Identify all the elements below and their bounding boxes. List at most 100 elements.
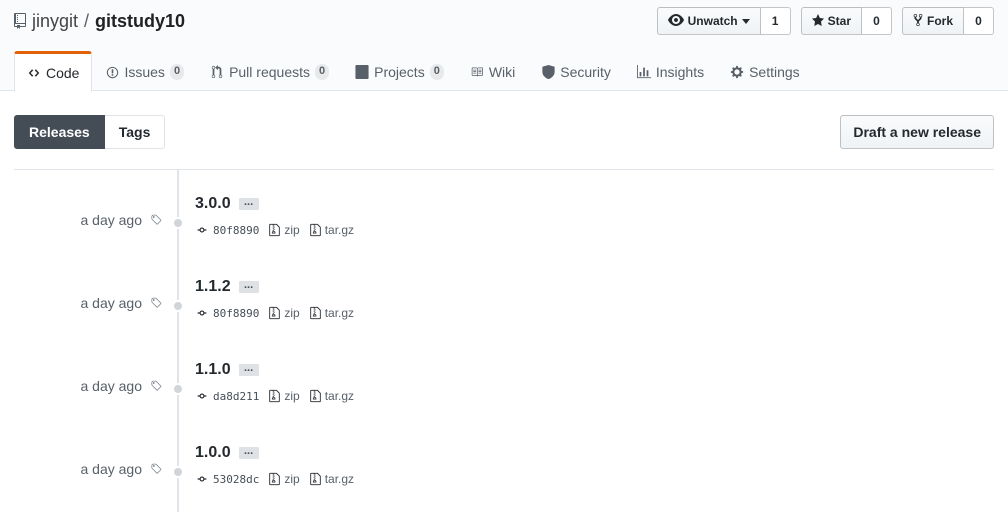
- tab-pull-requests[interactable]: Pull requests 0: [197, 51, 342, 91]
- graph-icon: [636, 65, 651, 79]
- targz-download-link[interactable]: tar.gz: [309, 472, 355, 486]
- file-zip-icon: [309, 472, 321, 486]
- commit-link[interactable]: 80f8890: [195, 224, 259, 237]
- zip-download-link[interactable]: zip: [269, 389, 300, 403]
- unwatch-button[interactable]: Unwatch: [656, 7, 761, 35]
- tab-security[interactable]: Security: [528, 51, 624, 91]
- timeline-dot: [172, 217, 184, 229]
- tab-label: Issues: [124, 64, 165, 80]
- commit-link[interactable]: da8d211: [195, 390, 259, 403]
- code-icon: [27, 66, 41, 80]
- book-icon: [470, 65, 484, 79]
- commit-sha: da8d211: [213, 389, 260, 403]
- ellipsis-expander-button[interactable]: ...: [238, 197, 259, 210]
- releases-tab[interactable]: Releases: [14, 115, 105, 149]
- targz-download-link[interactable]: tar.gz: [309, 223, 355, 237]
- pull-requests-counter: 0: [315, 64, 330, 80]
- tab-label: Wiki: [488, 64, 516, 80]
- tab-wiki[interactable]: Wiki: [457, 51, 528, 91]
- release-meta: a day ago: [81, 461, 163, 477]
- tab-label: Code: [46, 64, 80, 81]
- ellipsis-expander-button[interactable]: ...: [238, 446, 259, 459]
- release-meta: a day ago: [81, 378, 163, 394]
- file-zip-icon: [269, 472, 281, 486]
- targz-download-link[interactable]: tar.gz: [309, 389, 355, 403]
- stargazers-count[interactable]: 0: [861, 7, 892, 35]
- commit-sha: 53028dc: [213, 472, 260, 486]
- file-zip-icon: [309, 389, 321, 403]
- gear-icon: [730, 65, 744, 79]
- release-entry: a day ago 1.1.2 ... 80f8890 zip tar.gz: [0, 267, 1008, 350]
- zip-download-link[interactable]: zip: [269, 306, 300, 320]
- release-version-link[interactable]: 1.1.2: [195, 278, 231, 296]
- release-entry: a day ago 3.0.0 ... 80f8890 zip tar.gz: [0, 184, 1008, 267]
- tab-label: Projects: [374, 64, 425, 80]
- commit-sha: 80f8890: [213, 223, 260, 237]
- release-version-link[interactable]: 3.0.0: [195, 195, 231, 213]
- repo-owner-link[interactable]: jinygit: [32, 11, 78, 32]
- release-title: 1.0.0 ...: [195, 444, 259, 462]
- ellipsis-expander-button[interactable]: ...: [238, 363, 259, 376]
- ellipsis-expander-button[interactable]: ...: [238, 280, 259, 293]
- release-meta: a day ago: [81, 212, 163, 228]
- commit-link[interactable]: 80f8890: [195, 307, 259, 320]
- release-version-link[interactable]: 1.1.0: [195, 361, 231, 379]
- release-time: a day ago: [80, 461, 143, 477]
- release-version-link[interactable]: 1.0.0: [195, 444, 231, 462]
- repo-path-separator: /: [84, 10, 90, 31]
- tab-label: Security: [560, 64, 611, 80]
- commit-link[interactable]: 53028dc: [195, 473, 259, 486]
- file-zip-icon: [269, 389, 281, 403]
- tab-insights[interactable]: Insights: [624, 51, 717, 91]
- forks-count[interactable]: 0: [964, 7, 994, 35]
- fork-group: Fork 0: [901, 7, 994, 35]
- tab-settings[interactable]: Settings: [717, 51, 813, 91]
- targz-label: tar.gz: [324, 223, 355, 237]
- tab-label: Insights: [655, 64, 705, 80]
- targz-download-link[interactable]: tar.gz: [309, 306, 354, 320]
- commit-icon: [195, 391, 209, 401]
- star-icon: [811, 13, 824, 29]
- file-zip-icon: [309, 306, 321, 320]
- star-group: Star 0: [800, 7, 892, 35]
- targz-label: tar.gz: [324, 472, 355, 486]
- repo-title: jinygit / gitstudy10: [14, 9, 185, 33]
- watchers-count[interactable]: 1: [760, 7, 791, 35]
- timeline-dot: [172, 300, 184, 312]
- pull-request-icon: [210, 65, 224, 79]
- release-links: da8d211 zip tar.gz: [195, 389, 364, 403]
- fork-button[interactable]: Fork: [901, 7, 964, 35]
- commit-icon: [195, 225, 209, 235]
- zip-download-link[interactable]: zip: [269, 472, 300, 486]
- targz-label: tar.gz: [324, 389, 355, 403]
- tags-tab[interactable]: Tags: [104, 115, 166, 149]
- fork-label: Fork: [926, 14, 953, 28]
- release-title: 1.1.0 ...: [195, 361, 259, 379]
- repo-actions: Unwatch 1 Star 0 Fork 0: [656, 7, 994, 35]
- star-button[interactable]: Star: [800, 7, 862, 35]
- zip-label: zip: [284, 306, 300, 320]
- zip-label: zip: [284, 389, 300, 403]
- shield-icon: [541, 65, 555, 79]
- star-label: Star: [827, 14, 851, 28]
- repo-tabs: Code Issues 0 Pull requests 0 Projects 0…: [14, 51, 813, 92]
- tab-projects[interactable]: Projects 0: [342, 51, 457, 91]
- repo-name-link[interactable]: gitstudy10: [95, 11, 185, 32]
- release-title: 1.1.2 ...: [195, 278, 259, 296]
- draft-new-release-button[interactable]: Draft a new release: [840, 115, 994, 149]
- section-divider: [14, 169, 994, 170]
- tab-issues[interactable]: Issues 0: [92, 51, 197, 91]
- commit-icon: [195, 308, 209, 318]
- caret-down-icon: [741, 14, 750, 28]
- repo-header: jinygit / gitstudy10 Unwatch 1 Star 0 Fo…: [0, 0, 1008, 92]
- zip-label: zip: [284, 472, 300, 486]
- release-time: a day ago: [80, 378, 143, 394]
- file-zip-icon: [269, 223, 281, 237]
- release-time: a day ago: [80, 212, 143, 228]
- unwatch-label: Unwatch: [687, 14, 738, 28]
- tab-code[interactable]: Code: [14, 51, 93, 92]
- zip-download-link[interactable]: zip: [269, 223, 300, 237]
- zip-label: zip: [284, 223, 300, 237]
- release-meta: a day ago: [81, 295, 163, 311]
- tab-label: Settings: [749, 64, 800, 80]
